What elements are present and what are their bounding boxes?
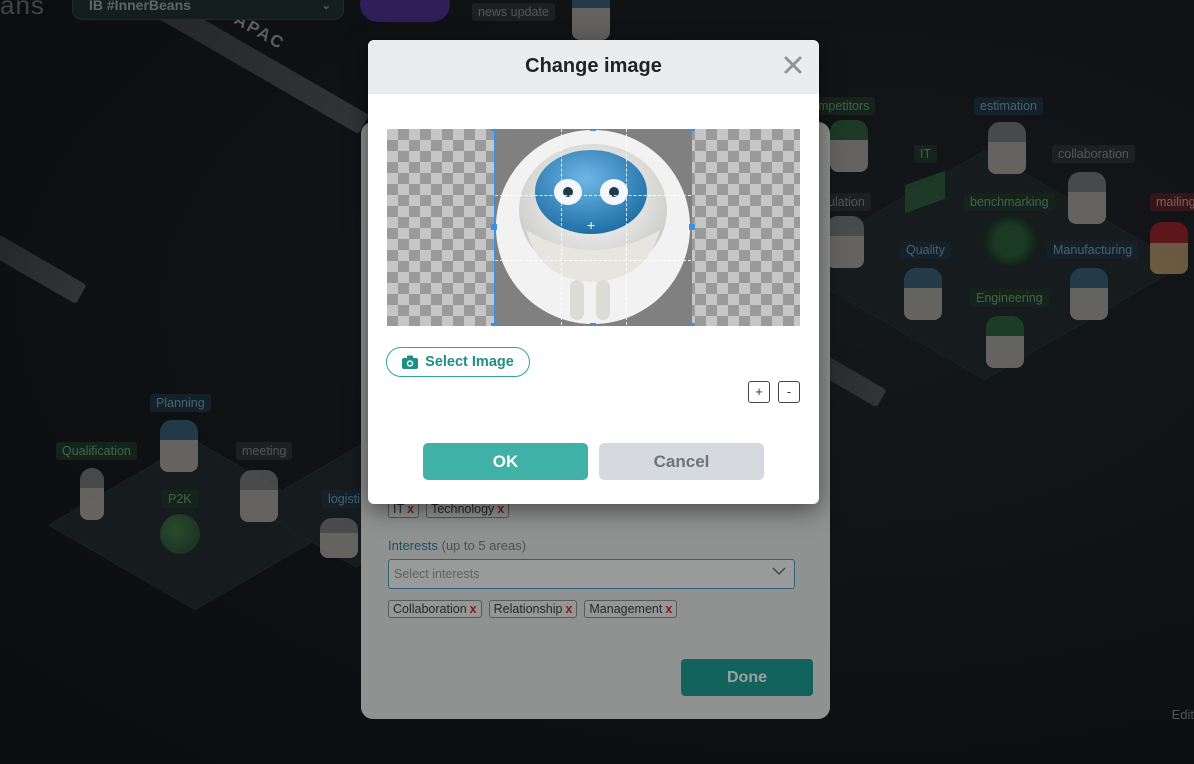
zoom-out-button[interactable]: -	[778, 381, 800, 403]
crop-selection-box[interactable]: +	[491, 129, 695, 326]
crop-handle-e[interactable]	[689, 224, 695, 230]
camera-icon	[402, 355, 419, 369]
image-crop-area[interactable]: +	[387, 129, 800, 326]
crop-guide	[495, 260, 691, 261]
crop-handle-w[interactable]	[491, 224, 497, 230]
cancel-button[interactable]: Cancel	[599, 443, 764, 480]
ok-button[interactable]: OK	[423, 443, 588, 480]
zoom-in-button[interactable]: +	[748, 381, 770, 403]
change-image-modal: Change image + Select Image + - OK Cance…	[368, 40, 819, 504]
crop-handle-ne[interactable]	[689, 129, 695, 131]
crop-handle-nw[interactable]	[491, 129, 497, 131]
modal-title: Change image	[525, 55, 662, 77]
crop-handle-n[interactable]	[590, 129, 596, 131]
select-image-button[interactable]: Select Image	[386, 347, 530, 377]
close-icon[interactable]	[783, 54, 803, 76]
crop-handle-s[interactable]	[590, 323, 596, 326]
crop-handle-se[interactable]	[689, 323, 695, 326]
crop-handle-sw[interactable]	[491, 323, 497, 326]
crop-guide	[561, 129, 562, 325]
crop-guide	[495, 195, 691, 196]
crop-center-mark: +	[587, 217, 596, 233]
crop-guide	[626, 129, 627, 325]
modal-header: Change image	[368, 40, 819, 94]
select-image-label: Select Image	[425, 354, 514, 370]
